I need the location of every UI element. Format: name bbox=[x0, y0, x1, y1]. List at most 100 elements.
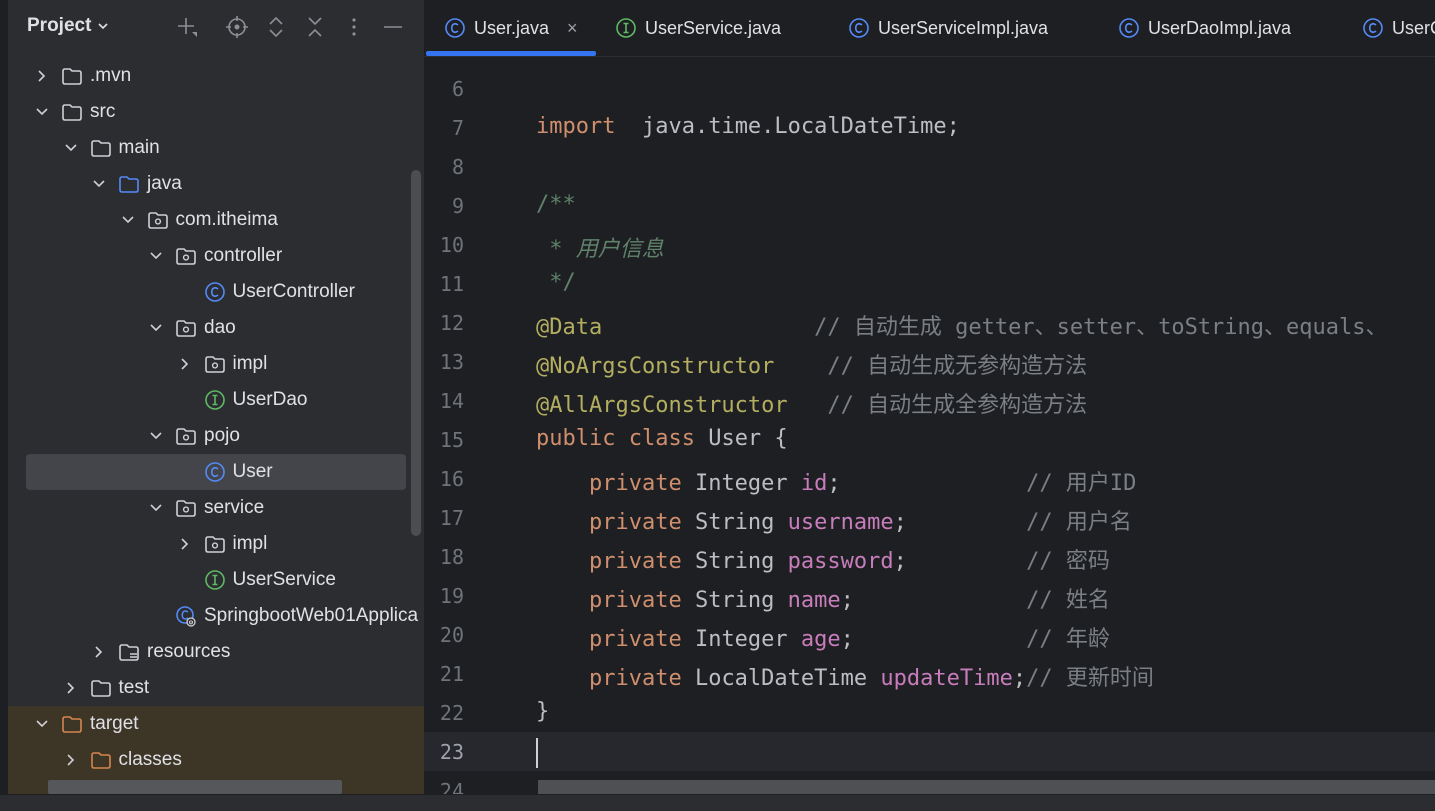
chevron-down-icon[interactable] bbox=[63, 140, 79, 156]
tree-item-dao[interactable]: dao bbox=[8, 310, 424, 346]
tab-user-java[interactable]: User.java × bbox=[444, 0, 578, 56]
code-line[interactable]: 19 private String name; // 姓名 bbox=[424, 576, 1435, 615]
code-line[interactable]: 15 public class User { bbox=[424, 420, 1435, 459]
tree-item-impl[interactable]: impl bbox=[8, 526, 424, 562]
code-token: // 密码 bbox=[1026, 549, 1110, 574]
tree-item-target[interactable]: target bbox=[8, 706, 424, 742]
tree-item-label: com.itheima bbox=[175, 209, 278, 230]
code-line[interactable]: 12 @Data // 自动生成 getter、setter、toString、e… bbox=[424, 303, 1435, 342]
collapse-all-icon[interactable] bbox=[302, 14, 328, 40]
code-line[interactable]: 21 private LocalDateTime updateTime;// 更… bbox=[424, 654, 1435, 693]
tree-item-impl[interactable]: impl bbox=[8, 346, 424, 382]
code-line[interactable]: 8 bbox=[424, 147, 1435, 186]
editor-horizontal-scrollbar[interactable] bbox=[538, 780, 1435, 794]
code-line[interactable]: 6 bbox=[424, 69, 1435, 108]
spring-app-icon bbox=[175, 605, 197, 627]
new-file-icon[interactable] bbox=[174, 14, 200, 40]
chevron-right-icon[interactable] bbox=[63, 752, 79, 768]
tree-item-label: classes bbox=[118, 749, 182, 770]
code-line[interactable]: 14 @AllArgsConstructor // 自动生成全参构造方法 bbox=[424, 381, 1435, 420]
hide-panel-icon[interactable] bbox=[380, 14, 406, 40]
tree-item-user[interactable]: User bbox=[8, 454, 424, 490]
tree-item-label: dao bbox=[204, 317, 236, 338]
locate-file-icon[interactable] bbox=[224, 14, 250, 40]
options-menu-icon[interactable] bbox=[341, 14, 367, 40]
tree-item-java[interactable]: java bbox=[8, 166, 424, 202]
line-number: 19 bbox=[439, 584, 464, 608]
chevron-down-icon[interactable] bbox=[148, 320, 164, 336]
tab-userc[interactable]: UserC bbox=[1362, 0, 1435, 56]
chevron-right-icon[interactable] bbox=[34, 68, 50, 84]
chevron-right-icon[interactable] bbox=[177, 356, 193, 372]
code-line[interactable]: 23 bbox=[424, 732, 1435, 771]
tree-horizontal-scrollbar[interactable] bbox=[48, 780, 342, 794]
project-view-selector[interactable]: Project bbox=[27, 15, 109, 37]
chevron-down-icon[interactable] bbox=[148, 248, 164, 264]
line-number: 12 bbox=[439, 311, 464, 335]
code-line[interactable]: 22} bbox=[424, 693, 1435, 732]
chevron-down-icon[interactable] bbox=[34, 104, 50, 120]
code-text: private String password; // 密码 bbox=[536, 543, 1110, 575]
interface-icon bbox=[204, 569, 226, 591]
code-text: public class User { bbox=[536, 426, 788, 451]
chevron-down-icon[interactable] bbox=[148, 428, 164, 444]
tree-item-label: resources bbox=[147, 641, 231, 662]
code-token: // 自动生成全参构造方法 bbox=[827, 393, 1088, 418]
tree-item-pojo[interactable]: pojo bbox=[8, 418, 424, 454]
code-token: /** bbox=[536, 192, 576, 217]
code-line[interactable]: 10 * 用户信息 bbox=[424, 225, 1435, 264]
code-line[interactable]: 18 private String password; // 密码 bbox=[424, 537, 1435, 576]
tree-item-userdao[interactable]: UserDao bbox=[8, 382, 424, 418]
chevron-right-icon[interactable] bbox=[177, 536, 193, 552]
tree-item-controller[interactable]: controller bbox=[8, 238, 424, 274]
close-icon[interactable]: × bbox=[567, 18, 578, 39]
code-line[interactable]: 13 @NoArgsConstructor // 自动生成无参构造方法 bbox=[424, 342, 1435, 381]
code-token: password bbox=[787, 549, 894, 574]
line-number: 13 bbox=[439, 350, 464, 374]
chevron-down-icon[interactable] bbox=[120, 212, 136, 228]
code-token: private bbox=[588, 510, 682, 535]
chevron-right-icon[interactable] bbox=[91, 644, 107, 660]
tree-item-com-itheima[interactable]: com.itheima bbox=[8, 202, 424, 238]
code-token: java.time.LocalDateTime; bbox=[615, 114, 960, 139]
code-line[interactable]: 11 */ bbox=[424, 264, 1435, 303]
tree-item-usercontroller[interactable]: UserController bbox=[8, 274, 424, 310]
code-line[interactable]: 17 private String username; // 用户名 bbox=[424, 498, 1435, 537]
code-line[interactable]: 9 /** bbox=[424, 186, 1435, 225]
code-token: @NoArgsConstructor bbox=[536, 354, 775, 379]
code-text: private Integer age; // 年龄 bbox=[536, 621, 1110, 653]
tab-userdaoimpl-java[interactable]: UserDaoImpl.java bbox=[1118, 0, 1291, 56]
chevron-down-icon[interactable] bbox=[148, 500, 164, 516]
code-text: } bbox=[536, 699, 549, 724]
tree-item-label: UserService bbox=[232, 569, 336, 590]
expand-all-icon[interactable] bbox=[263, 14, 289, 40]
interface-icon bbox=[204, 389, 226, 411]
code-line[interactable]: 20 private Integer age; // 年龄 bbox=[424, 615, 1435, 654]
code-token: // 自动生成无参构造方法 bbox=[827, 354, 1088, 379]
line-number: 16 bbox=[439, 467, 464, 491]
tree-item-src[interactable]: src bbox=[8, 94, 424, 130]
chevron-down-icon[interactable] bbox=[91, 176, 107, 192]
chevron-down-icon[interactable] bbox=[34, 716, 50, 732]
tree-vertical-scrollbar[interactable] bbox=[411, 170, 421, 536]
tab-userservice-java[interactable]: UserService.java bbox=[615, 0, 781, 56]
tree-item-resources[interactable]: resources bbox=[8, 634, 424, 670]
tree-item--mvn[interactable]: .mvn bbox=[8, 58, 424, 94]
line-number: 11 bbox=[439, 272, 464, 296]
chevron-right-icon[interactable] bbox=[63, 680, 79, 696]
tree-item-userservice[interactable]: UserService bbox=[8, 562, 424, 598]
code-token: private bbox=[588, 588, 682, 613]
code-token: public class bbox=[536, 426, 695, 451]
tree-item-springbootweb01applica[interactable]: SpringbootWeb01Applica bbox=[8, 598, 424, 634]
code-token: Integer bbox=[681, 471, 801, 496]
tab-userserviceimpl-java[interactable]: UserServiceImpl.java bbox=[848, 0, 1048, 56]
tree-item-label: impl bbox=[232, 533, 268, 554]
tree-item-classes[interactable]: classes bbox=[8, 742, 424, 778]
tree-item-test[interactable]: test bbox=[8, 670, 424, 706]
tree-item-service[interactable]: service bbox=[8, 490, 424, 526]
code-line[interactable]: 16 private Integer id; // 用户ID bbox=[424, 459, 1435, 498]
code-line[interactable]: 7 import java.time.LocalDateTime; bbox=[424, 108, 1435, 147]
code-area[interactable]: 6 7 import java.time.LocalDateTime; 8 9 /** 10… bbox=[424, 57, 1435, 794]
tree-item-main[interactable]: main bbox=[8, 130, 424, 166]
